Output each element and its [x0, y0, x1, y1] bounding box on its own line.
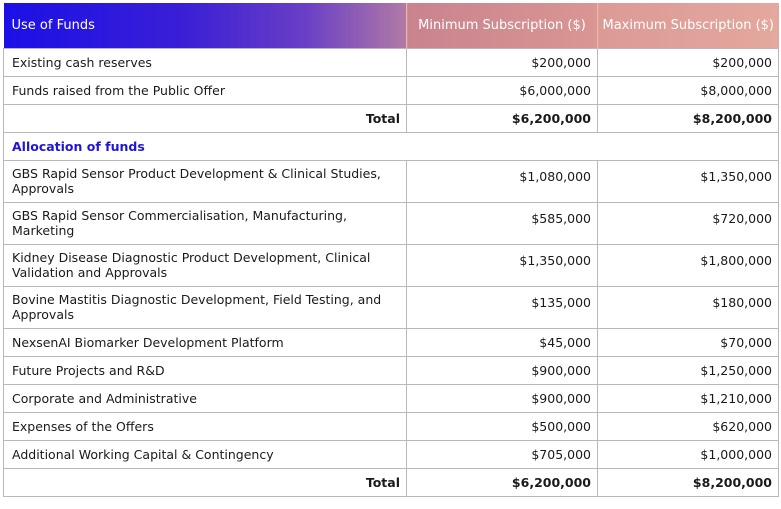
source-label: Funds raised from the Public Offer	[3, 75, 407, 105]
allocation-max: $70,000	[597, 327, 779, 357]
allocation-min: $585,000	[406, 201, 598, 245]
source-max: $8,000,000	[597, 75, 779, 105]
allocation-max: $1,350,000	[597, 159, 779, 203]
total-max: $8,200,000	[597, 103, 779, 133]
table-row-source: Funds raised from the Public Offer $6,00…	[3, 75, 779, 105]
allocation-label: GBS Rapid Sensor Commercialisation, Manu…	[3, 201, 407, 245]
table-row-source: Existing cash reserves $200,000 $200,000	[3, 47, 779, 77]
allocation-label: Bovine Mastitis Diagnostic Development, …	[3, 285, 407, 329]
allocation-max: $1,000,000	[597, 439, 779, 469]
total-min: $6,200,000	[406, 467, 598, 497]
table-row-allocation: NexsenAI Biomarker Development Platform …	[3, 327, 779, 357]
source-min: $200,000	[406, 47, 598, 77]
allocation-heading-row: Allocation of funds	[3, 131, 779, 161]
table-row-allocation: GBS Rapid Sensor Commercialisation, Manu…	[3, 201, 779, 245]
allocation-max: $720,000	[597, 201, 779, 245]
source-max: $200,000	[597, 47, 779, 77]
total-min: $6,200,000	[406, 103, 598, 133]
allocation-min: $500,000	[406, 411, 598, 441]
header-minimum-subscription: Minimum Subscription ($)	[406, 3, 598, 48]
header-maximum-subscription: Maximum Subscription ($)	[597, 3, 779, 48]
source-label: Existing cash reserves	[3, 47, 407, 77]
allocation-max: $1,800,000	[597, 243, 779, 287]
table-row-allocation: Corporate and Administrative $900,000 $1…	[3, 383, 779, 413]
table-header-row: Use of Funds Minimum Subscription ($) Ma…	[3, 3, 779, 48]
sources-total-row: Total $6,200,000 $8,200,000	[3, 103, 779, 133]
allocation-min: $705,000	[406, 439, 598, 469]
allocation-heading: Allocation of funds	[3, 131, 779, 161]
allocation-label: NexsenAI Biomarker Development Platform	[3, 327, 407, 357]
allocation-max: $180,000	[597, 285, 779, 329]
table-row-allocation: Additional Working Capital & Contingency…	[3, 439, 779, 469]
allocation-min: $1,350,000	[406, 243, 598, 287]
allocations-total-row: Total $6,200,000 $8,200,000	[3, 467, 779, 497]
allocation-label: GBS Rapid Sensor Product Development & C…	[3, 159, 407, 203]
allocation-max: $1,250,000	[597, 355, 779, 385]
table-row-allocation: Expenses of the Offers $500,000 $620,000	[3, 411, 779, 441]
header-use-of-funds: Use of Funds	[3, 3, 407, 48]
allocation-label: Kidney Disease Diagnostic Product Develo…	[3, 243, 407, 287]
total-label: Total	[3, 103, 407, 133]
table-row-allocation: Bovine Mastitis Diagnostic Development, …	[3, 285, 779, 329]
allocation-min: $45,000	[406, 327, 598, 357]
table-row-allocation: Kidney Disease Diagnostic Product Develo…	[3, 243, 779, 287]
use-of-funds-table: Use of Funds Minimum Subscription ($) Ma…	[3, 3, 779, 497]
total-label: Total	[3, 467, 407, 497]
allocation-max: $1,210,000	[597, 383, 779, 413]
allocation-min: $900,000	[406, 383, 598, 413]
table-row-allocation: Future Projects and R&D $900,000 $1,250,…	[3, 355, 779, 385]
allocation-min: $900,000	[406, 355, 598, 385]
allocation-label: Future Projects and R&D	[3, 355, 407, 385]
allocation-max: $620,000	[597, 411, 779, 441]
allocation-min: $135,000	[406, 285, 598, 329]
allocation-label: Corporate and Administrative	[3, 383, 407, 413]
allocation-label: Expenses of the Offers	[3, 411, 407, 441]
total-max: $8,200,000	[597, 467, 779, 497]
allocation-min: $1,080,000	[406, 159, 598, 203]
allocation-label: Additional Working Capital & Contingency	[3, 439, 407, 469]
table-row-allocation: GBS Rapid Sensor Product Development & C…	[3, 159, 779, 203]
source-min: $6,000,000	[406, 75, 598, 105]
